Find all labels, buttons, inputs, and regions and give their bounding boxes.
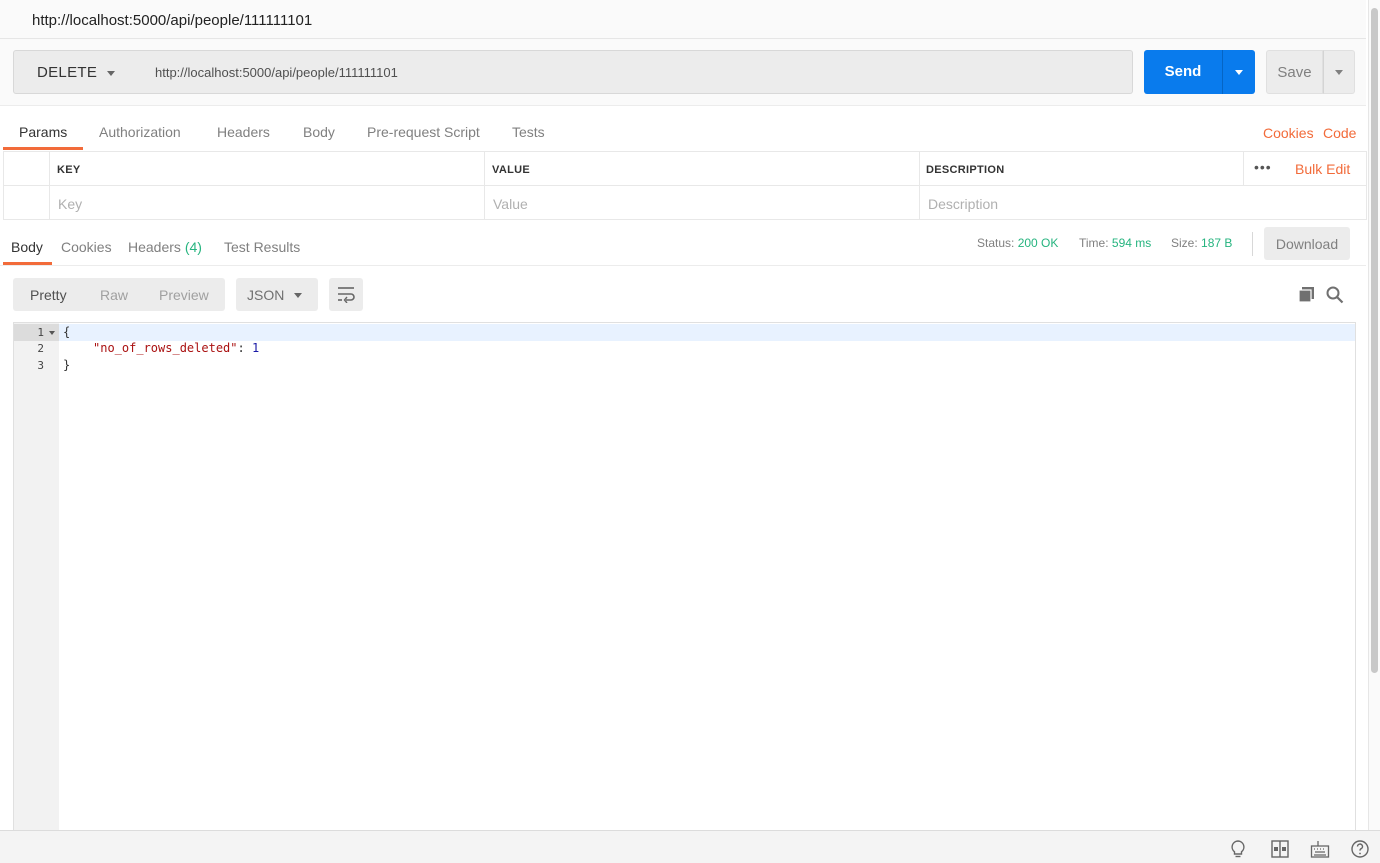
active-tab-indicator: [3, 147, 83, 150]
row-checkbox-column: [4, 152, 50, 219]
content-type-select[interactable]: JSON: [236, 278, 318, 311]
headers-count-badge: (4): [184, 239, 202, 255]
response-divider: [0, 265, 1366, 266]
time-label: Time:: [1079, 236, 1109, 250]
download-label: Download: [1275, 236, 1339, 252]
tab-tests[interactable]: Tests: [512, 124, 545, 140]
status-meta: Status: 200 OK: [977, 236, 1058, 250]
tab-pre-request-script[interactable]: Pre-request Script: [367, 124, 480, 140]
line-gutter: [14, 323, 59, 833]
save-button[interactable]: Save: [1266, 50, 1323, 94]
chevron-down-icon: [1335, 70, 1343, 75]
header-divider: [1243, 152, 1244, 185]
cookies-link[interactable]: Cookies: [1263, 125, 1314, 141]
download-button[interactable]: Download: [1264, 227, 1350, 260]
response-tab-headers[interactable]: Headers (4): [128, 239, 202, 255]
format-raw[interactable]: Raw: [100, 287, 128, 303]
response-body-editor[interactable]: 1 2 3 { "no_of_rows_deleted": 1 }: [13, 322, 1356, 834]
content-type-label: JSON: [247, 287, 285, 303]
description-header: DESCRIPTION: [926, 164, 1005, 176]
chevron-down-icon: [107, 71, 115, 76]
fold-arrow-icon[interactable]: [49, 331, 55, 335]
active-line-highlight: [14, 324, 1355, 341]
key-header: KEY: [57, 164, 81, 176]
wrap-lines-icon: [338, 287, 355, 303]
status-bar: [0, 830, 1380, 863]
line-number: 2: [37, 342, 44, 355]
code-line: {: [63, 325, 70, 339]
request-title-bar: http://localhost:5000/api/people/1111111…: [0, 0, 1366, 39]
status-value: 200 OK: [1017, 236, 1059, 250]
tab-body[interactable]: Body: [303, 124, 335, 140]
time-value: 594 ms: [1111, 236, 1152, 250]
meta-divider: [1252, 232, 1253, 256]
save-label: Save: [1277, 64, 1312, 81]
send-label: Send: [1164, 63, 1202, 80]
format-toggle-group: Pretty Raw Preview: [13, 278, 225, 311]
headers-tab-label: Headers: [128, 239, 181, 255]
params-table: KEY VALUE DESCRIPTION ••• Bulk Edit Key …: [3, 151, 1367, 220]
response-tab-cookies[interactable]: Cookies: [61, 239, 112, 255]
bulk-edit-link[interactable]: Bulk Edit: [1295, 161, 1350, 177]
chevron-down-icon: [1235, 70, 1243, 75]
status-label: Status:: [977, 236, 1015, 250]
code-line: }: [63, 358, 70, 372]
two-pane-icon[interactable]: [1270, 839, 1290, 859]
close-brace: }: [63, 358, 71, 372]
lightbulb-icon[interactable]: [1228, 839, 1248, 859]
tab-headers[interactable]: Headers: [217, 124, 270, 140]
key-column: [50, 152, 485, 219]
wrap-lines-button[interactable]: [329, 278, 363, 311]
chevron-down-icon: [294, 293, 302, 298]
size-meta: Size: 187 B: [1171, 236, 1232, 250]
json-value: 1: [251, 341, 260, 355]
send-button[interactable]: Send: [1144, 50, 1222, 94]
help-icon[interactable]: [1350, 839, 1370, 859]
size-label: Size:: [1171, 236, 1198, 250]
value-header: VALUE: [492, 164, 530, 176]
request-title: http://localhost:5000/api/people/1111111…: [32, 12, 313, 29]
save-options-button[interactable]: [1323, 50, 1355, 94]
format-pretty[interactable]: Pretty: [30, 287, 67, 303]
keyboard-icon[interactable]: [1310, 839, 1330, 859]
response-tab-body[interactable]: Body: [11, 239, 43, 255]
send-options-button[interactable]: [1222, 50, 1255, 94]
tab-params[interactable]: Params: [19, 124, 67, 140]
copy-icon[interactable]: [1298, 286, 1315, 303]
description-input[interactable]: Description: [928, 196, 998, 212]
json-key: "no_of_rows_deleted": [93, 341, 238, 355]
format-preview[interactable]: Preview: [159, 287, 209, 303]
tab-authorization[interactable]: Authorization: [99, 124, 181, 140]
line-number: 3: [37, 359, 44, 372]
scrollbar-thumb[interactable]: [1371, 8, 1378, 673]
method-select[interactable]: DELETE: [13, 50, 144, 94]
open-brace: {: [63, 325, 71, 339]
code-line: "no_of_rows_deleted": 1: [93, 341, 259, 355]
response-tab-test-results[interactable]: Test Results: [224, 239, 300, 255]
size-value: 187 B: [1201, 236, 1233, 250]
vertical-scrollbar[interactable]: [1368, 0, 1380, 830]
value-column: [485, 152, 920, 219]
url-text: http://localhost:5000/api/people/1111111…: [155, 65, 398, 80]
value-input[interactable]: Value: [493, 196, 528, 212]
time-meta: Time: 594 ms: [1079, 236, 1151, 250]
key-input[interactable]: Key: [58, 196, 82, 212]
json-colon: :: [237, 341, 245, 355]
method-label: DELETE: [37, 64, 98, 81]
code-link[interactable]: Code: [1323, 125, 1356, 141]
more-options-icon[interactable]: •••: [1254, 159, 1272, 175]
line-number: 1: [37, 326, 44, 339]
search-icon[interactable]: [1326, 286, 1344, 304]
url-input[interactable]: http://localhost:5000/api/people/1111111…: [143, 50, 1133, 94]
